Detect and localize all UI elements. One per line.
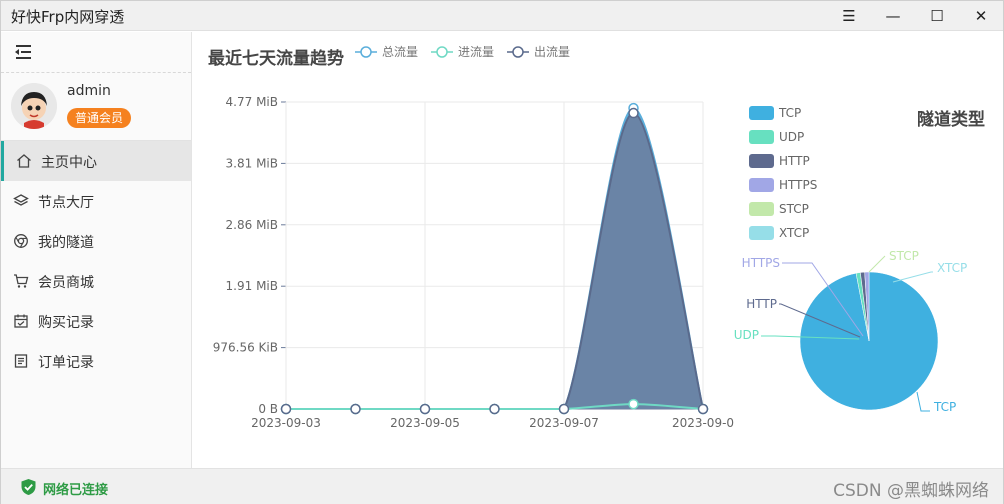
legend-label: 出流量 [534, 45, 570, 59]
legend-marker [512, 46, 524, 58]
app-window: 好快Frp内网穿透 ☰ — ☐ ✕ admin 普通会员 主页中心 节点大厅 我… [0, 0, 1004, 504]
x-tick-label: 2023-09-0 [672, 416, 734, 430]
sidebar-item-store[interactable]: 会员商城 [1, 261, 191, 301]
sidebar-divider [1, 72, 191, 73]
legend-label: HTTPS [779, 178, 817, 192]
pie-callout-line [868, 255, 886, 273]
legend-swatch [749, 202, 774, 216]
minimize-button[interactable]: — [871, 1, 915, 31]
sidebar-item-purchases[interactable]: 购买记录 [1, 301, 191, 341]
pie-callout-label: STCP [889, 249, 919, 263]
y-tick-label: 0 B [258, 402, 278, 416]
sidebar-item-tunnels[interactable]: 我的隧道 [1, 221, 191, 261]
cart-icon [14, 274, 29, 288]
pie-callout-label: XTCP [937, 261, 967, 275]
data-point [350, 403, 361, 415]
tunnel-icon [14, 234, 28, 248]
sidebar-item-nodes[interactable]: 节点大厅 [1, 181, 191, 221]
main-content: 最近七天流量趋势 隧道类型 总流量 进流量 出流量 0 B 976.56 KiB 1.91… [193, 32, 1003, 468]
x-tick-label: 2023-09-05 [390, 416, 460, 430]
x-tick-label: 2023-09-07 [529, 416, 599, 430]
pie-callout-line [916, 391, 930, 412]
y-tick-label: 1.91 MiB [226, 279, 278, 293]
sidebar-item-label: 会员商城 [38, 275, 94, 291]
username: admin [67, 83, 111, 99]
data-point [558, 403, 570, 415]
legend-swatch [749, 226, 774, 240]
close-button[interactable]: ✕ [959, 1, 1003, 31]
connection-status: 网络已连接 [43, 483, 109, 498]
legend-swatch [749, 130, 774, 144]
data-point [628, 398, 639, 410]
legend-swatch [749, 154, 774, 168]
charts-canvas: 总流量 进流量 出流量 0 B 976.56 KiB 1.91 MiB 2.86 MiB 3.… [213, 45, 968, 430]
sidebar: admin 普通会员 主页中心 节点大厅 我的隧道 会员商城 购买记录 订单记录 [1, 32, 192, 468]
status-bar: 网络已连接 CSDN @黑蜘蛛网络 [1, 468, 1003, 504]
legend-label: 总流量 [382, 45, 418, 59]
avatar-image [11, 83, 57, 129]
y-tick-label: 2.86 MiB [226, 218, 278, 232]
watermark: CSDN @黑蜘蛛网络 [833, 481, 989, 501]
sidebar-item-label: 主页中心 [41, 155, 97, 171]
calendar-icon [14, 314, 28, 328]
data-point [280, 403, 292, 415]
legend-label: UDP [779, 130, 804, 144]
menu-icon[interactable]: ☰ [827, 1, 871, 31]
data-point [489, 403, 500, 415]
window-title: 好快Frp内网穿透 [11, 8, 125, 26]
sidebar-item-label: 我的隧道 [38, 235, 94, 251]
sidebar-item-label: 购买记录 [38, 315, 94, 331]
sidebar-item-orders[interactable]: 订单记录 [1, 341, 191, 381]
shield-check-icon [21, 479, 36, 495]
y-tick-label: 4.77 MiB [226, 95, 278, 109]
sidebar-item-label: 订单记录 [38, 355, 94, 371]
legend-marker [360, 46, 372, 58]
sidebar-item-home[interactable]: 主页中心 [1, 141, 191, 181]
maximize-button[interactable]: ☐ [915, 1, 959, 31]
data-point [697, 403, 709, 415]
legend-swatch [749, 106, 774, 120]
legend-label: HTTP [779, 154, 810, 168]
data-point [419, 403, 431, 415]
x-tick-label: 2023-09-03 [251, 416, 321, 430]
pie-callout-label: TCP [933, 400, 956, 414]
pie-callout-label: HTTPS [742, 256, 780, 270]
title-bar[interactable]: 好快Frp内网穿透 ☰ — ☐ ✕ [1, 1, 1003, 31]
sidebar-nav: 主页中心 节点大厅 我的隧道 会员商城 购买记录 订单记录 [1, 141, 191, 381]
member-level-badge: 普通会员 [67, 108, 132, 128]
legend-label: XTCP [779, 226, 809, 240]
legend-marker [436, 46, 448, 58]
pie-callout-label: HTTP [746, 297, 777, 311]
pie-callout-label: UDP [734, 328, 759, 342]
legend-label: TCP [778, 106, 801, 120]
layers-icon [13, 194, 29, 206]
home-icon [17, 154, 31, 168]
avatar[interactable] [11, 83, 57, 129]
collapse-menu-icon[interactable] [13, 42, 33, 62]
y-tick-label: 976.56 KiB [213, 341, 278, 355]
legend-label: STCP [779, 202, 809, 216]
y-tick-label: 3.81 MiB [226, 156, 278, 170]
data-point [628, 107, 639, 119]
legend-label: 进流量 [458, 45, 494, 59]
pie-callout-line [892, 271, 933, 283]
legend-swatch [749, 178, 774, 192]
sidebar-item-label: 节点大厅 [38, 195, 94, 211]
series-area [286, 113, 703, 409]
receipt-icon [14, 354, 28, 368]
